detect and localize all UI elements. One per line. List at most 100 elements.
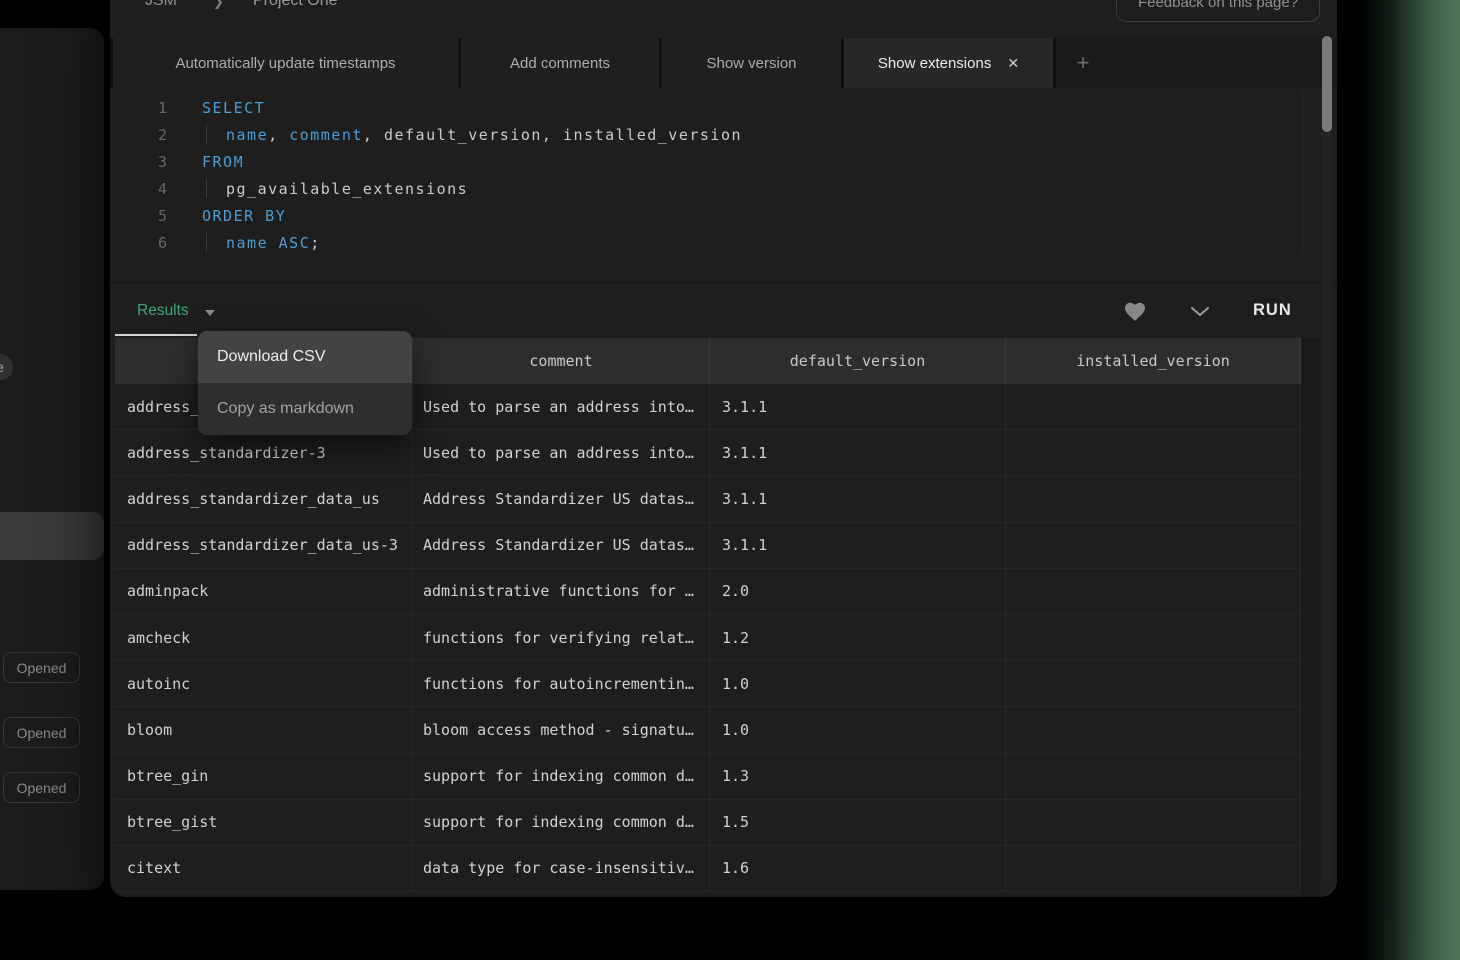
line-number: 6 — [110, 234, 167, 252]
cell-installed_version[interactable] — [1006, 476, 1301, 521]
cell-comment[interactable]: support for indexing common d… — [413, 800, 710, 845]
cell-installed_version[interactable] — [1006, 707, 1301, 752]
cell-comment[interactable]: data type for case-insensitiv… — [413, 846, 710, 891]
results-dropdown[interactable]: Results — [137, 302, 189, 320]
breadcrumb-chevron-icon: ❯ — [213, 0, 224, 10]
screen: e OpenedOpenedOpened JSM ❯ Project One F… — [0, 0, 1460, 960]
code-token: name — [226, 234, 268, 252]
table-row: adminpackadministrative functions for …2… — [115, 569, 1301, 615]
code-text: ORDER BY — [202, 207, 286, 225]
cell-installed_version[interactable] — [1006, 430, 1301, 475]
window-scrollbar-thumb[interactable] — [1322, 36, 1332, 132]
results-caret-icon[interactable] — [205, 310, 215, 316]
column-header-installed-version[interactable]: installed_version — [1006, 338, 1301, 384]
cell-comment[interactable]: functions for autoincrementin… — [413, 661, 710, 706]
opened-badge: Opened — [3, 652, 80, 683]
menu-item-copy-as-markdown[interactable]: Copy as markdown — [198, 383, 412, 435]
cell-name[interactable]: citext — [115, 846, 413, 891]
cell-default_version[interactable]: 3.1.1 — [710, 523, 1006, 568]
table-row: bloombloom access method - signatu…1.0 — [115, 707, 1301, 753]
cell-default_version[interactable]: 1.3 — [710, 754, 1006, 799]
menu-item-download-csv[interactable]: Download CSV — [198, 331, 412, 383]
cell-default_version[interactable]: 1.0 — [710, 707, 1006, 752]
cell-default_version[interactable]: 3.1.1 — [710, 384, 1006, 429]
cell-name[interactable]: address_standardizer_data_us-3 — [115, 523, 413, 568]
cell-comment[interactable]: support for indexing common d… — [413, 754, 710, 799]
window-scrollbar-track[interactable] — [1322, 36, 1332, 882]
cell-default_version[interactable]: 3.1.1 — [710, 476, 1006, 521]
table-scroll-gutter — [1301, 338, 1320, 897]
code-token: , default_version, installed_version — [363, 126, 742, 144]
tab-show-extensions[interactable]: Show extensions ✕ — [844, 38, 1053, 88]
cell-default_version[interactable]: 3.1.1 — [710, 430, 1006, 475]
cell-installed_version[interactable] — [1006, 569, 1301, 614]
cell-name[interactable]: btree_gist — [115, 800, 413, 845]
column-header-default-version[interactable]: default_version — [710, 338, 1006, 384]
close-tab-icon[interactable]: ✕ — [1007, 55, 1019, 72]
cell-installed_version[interactable] — [1006, 523, 1301, 568]
tab-automatically-update-timestamps[interactable]: Automatically update timestamps — [113, 38, 458, 88]
cell-comment[interactable]: functions for verifying relat… — [413, 615, 710, 660]
indent-guide-icon — [206, 233, 226, 252]
table-row: btree_gistsupport for indexing common d…… — [115, 800, 1301, 846]
cell-comment[interactable]: administrative functions for … — [413, 569, 710, 614]
cell-installed_version[interactable] — [1006, 661, 1301, 706]
collapse-results-chevron-icon[interactable] — [1191, 307, 1209, 317]
sql-editor-window: JSM ❯ Project One Feedback on this page?… — [110, 0, 1337, 897]
avatar[interactable]: e — [0, 354, 13, 380]
context-menu: Download CSVCopy as markdown — [198, 331, 412, 435]
cell-default_version[interactable]: 1.2 — [710, 615, 1006, 660]
cell-name[interactable]: address_standardizer_data_us — [115, 476, 413, 521]
sql-editor[interactable]: 1SELECT2name, comment, default_version, … — [110, 88, 1337, 283]
cell-default_version[interactable]: 1.6 — [710, 846, 1006, 891]
code-line: 6 name ASC; — [110, 229, 1337, 256]
editor-scroll-divider — [1302, 90, 1303, 252]
cell-name[interactable]: btree_gin — [115, 754, 413, 799]
code-token: comment — [289, 126, 363, 144]
tab-show-version[interactable]: Show version — [662, 38, 841, 88]
code-line: 2name, comment, default_version, install… — [110, 121, 1337, 148]
tab-label: Show extensions — [878, 55, 991, 72]
new-tab-button[interactable]: + — [1068, 38, 1098, 88]
code-text: name, comment, default_version, installe… — [202, 125, 742, 144]
table-row: citextdata type for case-insensitiv…1.6 — [115, 846, 1301, 892]
favorite-heart-icon[interactable] — [1123, 300, 1147, 322]
cell-comment[interactable]: Address Standardizer US datas… — [413, 523, 710, 568]
sidebar-selected-item[interactable] — [0, 512, 104, 560]
code-text: SELECT — [202, 99, 265, 117]
cell-installed_version[interactable] — [1006, 800, 1301, 845]
results-active-underline — [115, 334, 197, 336]
breadcrumb-project[interactable]: Project One — [253, 0, 337, 10]
cell-name[interactable]: bloom — [115, 707, 413, 752]
desktop-background — [1337, 0, 1460, 960]
run-button[interactable]: RUN — [1253, 301, 1292, 320]
tab-add-comments[interactable]: Add comments — [461, 38, 659, 88]
cell-comment[interactable]: Address Standardizer US datas… — [413, 476, 710, 521]
tab-bar: Automatically update timestampsAdd comme… — [110, 38, 1337, 88]
feedback-button[interactable]: Feedback on this page? — [1116, 0, 1320, 22]
cell-installed_version[interactable] — [1006, 615, 1301, 660]
results-bar: Results RUN — [110, 283, 1337, 338]
cell-installed_version[interactable] — [1006, 754, 1301, 799]
table-row: address_standardizer_data_us-3Address St… — [115, 523, 1301, 569]
tab-label: Show version — [706, 55, 796, 72]
cell-installed_version[interactable] — [1006, 846, 1301, 891]
opened-badge: Opened — [3, 772, 80, 803]
cell-comment[interactable]: Used to parse an address into… — [413, 430, 710, 475]
cell-name[interactable]: autoinc — [115, 661, 413, 706]
cell-comment[interactable]: bloom access method - signatu… — [413, 707, 710, 752]
code-token: pg_available_extensions — [226, 180, 468, 198]
table-row: amcheckfunctions for verifying relat…1.2 — [115, 615, 1301, 661]
cell-comment[interactable]: Used to parse an address into… — [413, 384, 710, 429]
cell-default_version[interactable]: 2.0 — [710, 569, 1006, 614]
cell-default_version[interactable]: 1.5 — [710, 800, 1006, 845]
cell-name[interactable]: adminpack — [115, 569, 413, 614]
cell-name[interactable]: amcheck — [115, 615, 413, 660]
cell-name[interactable]: address_standardizer-3 — [115, 430, 413, 475]
cell-default_version[interactable]: 1.0 — [710, 661, 1006, 706]
indent-guide-icon — [206, 179, 226, 198]
column-header-comment[interactable]: comment — [413, 338, 710, 384]
code-text: name ASC; — [202, 233, 321, 252]
breadcrumb-org[interactable]: JSM — [145, 0, 177, 10]
cell-installed_version[interactable] — [1006, 384, 1301, 429]
